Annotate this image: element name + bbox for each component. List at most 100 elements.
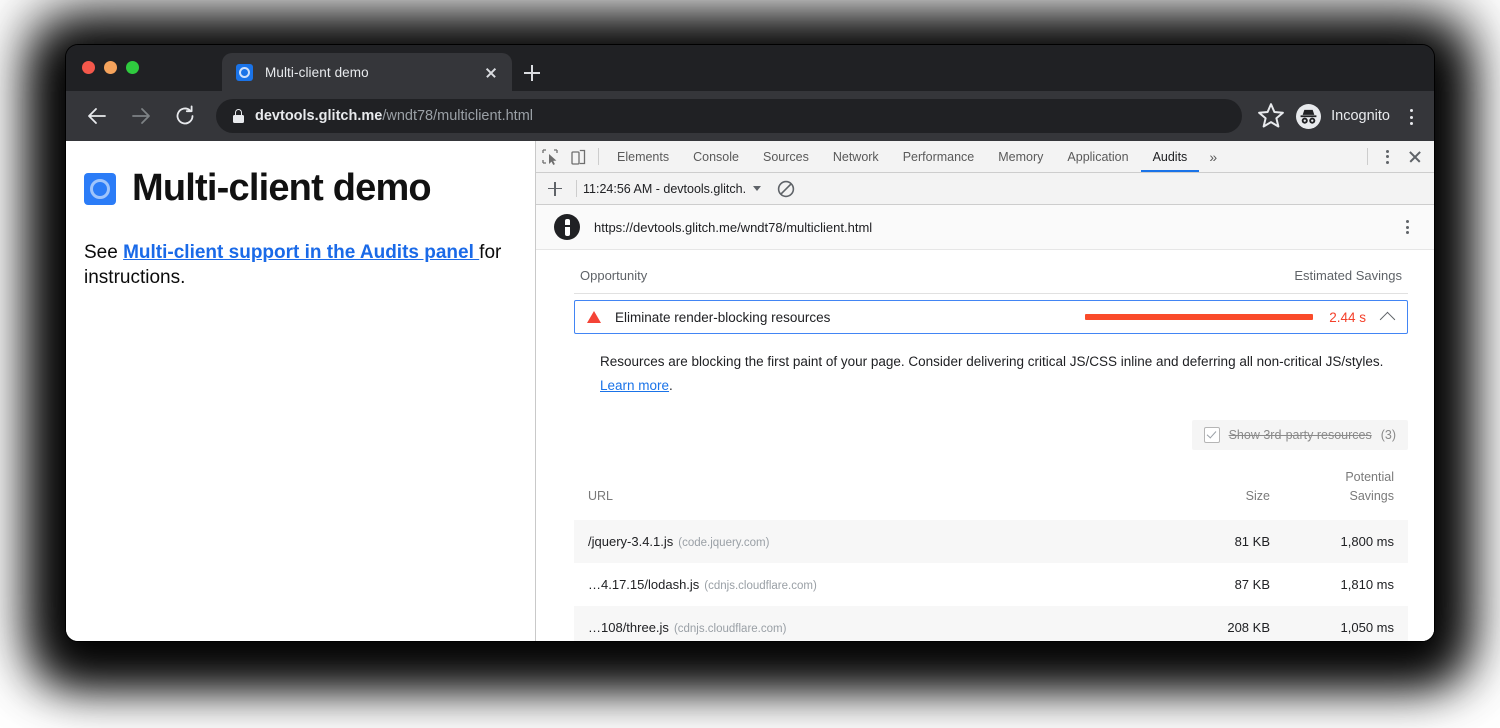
- tab-sources[interactable]: Sources: [751, 142, 821, 172]
- resource-savings: 1,800 ms: [1284, 520, 1408, 563]
- report-select-label: 11:24:56 AM - devtools.glitch.: [583, 182, 746, 196]
- resource-size: 87 KB: [1146, 563, 1284, 606]
- estimated-savings-column-label: Estimated Savings: [1294, 268, 1402, 283]
- incognito-glyph: [1296, 104, 1321, 129]
- resources-table: URL Size Potential Savings: [574, 460, 1408, 641]
- report-select[interactable]: 11:24:56 AM - devtools.glitch.: [583, 182, 761, 196]
- more-tabs-icon[interactable]: »: [1199, 149, 1227, 165]
- browser-tab-active[interactable]: Multi-client demo: [222, 53, 512, 91]
- address-bar-path: /wndt78/multiclient.html: [382, 108, 533, 124]
- page-paragraph: See Multi-client support in the Audits p…: [84, 240, 511, 291]
- screenshot-root: Multi-client demo: [0, 0, 1500, 728]
- back-arrow-glyph: [85, 104, 109, 128]
- inspect-element-glyph: [536, 144, 564, 170]
- audits-toolbar-divider: [576, 180, 577, 197]
- address-bar[interactable]: devtools.glitch.me/wndt78/multiclient.ht…: [216, 99, 1242, 133]
- resource-url-cell: /jquery-3.4.1.js (code.jquery.com): [574, 520, 1146, 563]
- toolbar-divider: [598, 148, 599, 165]
- kebab-menu-icon[interactable]: [1394, 214, 1420, 240]
- page-title: Multi-client demo: [132, 167, 431, 210]
- resource-host: (cdnjs.cloudflare.com): [674, 623, 786, 635]
- resource-url-cell: …108/three.js(cdnjs.cloudflare.com): [574, 606, 1146, 641]
- browser-content: Multi-client demo See Multi-client suppo…: [66, 141, 1434, 641]
- resource-host: (code.jquery.com): [678, 537, 769, 549]
- forward-arrow-glyph: [129, 104, 153, 128]
- third-party-checkbox[interactable]: [1204, 427, 1220, 443]
- incognito-avatar-icon: [1296, 104, 1321, 129]
- table-row[interactable]: …108/three.js(cdnjs.cloudflare.com) 208 …: [574, 606, 1408, 641]
- chevron-down-icon: [753, 186, 761, 191]
- devtools-logo-icon: [84, 173, 116, 205]
- browser-window: Multi-client demo: [66, 45, 1434, 641]
- star-icon[interactable]: [1254, 99, 1288, 133]
- device-toolbar-glyph: [564, 144, 592, 170]
- report-header: https://devtools.glitch.me/wndt78/multic…: [536, 205, 1434, 250]
- audits-toolbar: 11:24:56 AM - devtools.glitch.: [536, 173, 1434, 205]
- address-bar-host: devtools.glitch.me: [255, 108, 382, 124]
- tab-elements[interactable]: Elements: [605, 142, 681, 172]
- resource-host: (cdnjs.cloudflare.com): [704, 580, 816, 592]
- browser-toolbar: devtools.glitch.me/wndt78/multiclient.ht…: [66, 91, 1434, 141]
- report-url: https://devtools.glitch.me/wndt78/multic…: [594, 220, 1394, 235]
- devtools-panel: Elements Console Sources Network Perform…: [536, 141, 1434, 641]
- resource-savings: 1,810 ms: [1284, 563, 1408, 606]
- tab-memory[interactable]: Memory: [986, 142, 1055, 172]
- page-heading: Multi-client demo: [84, 167, 511, 210]
- address-bar-url: devtools.glitch.me/wndt78/multiclient.ht…: [255, 108, 533, 124]
- window-traffic-lights: [82, 61, 139, 74]
- resource-url: /jquery-3.4.1.js: [588, 534, 673, 549]
- devtools-tabbar: Elements Console Sources Network Perform…: [536, 141, 1434, 173]
- multi-client-support-link[interactable]: Multi-client support in the Audits panel: [123, 242, 479, 263]
- audit-description-text: Resources are blocking the first paint o…: [600, 354, 1383, 369]
- profile-chip[interactable]: Incognito: [1296, 104, 1390, 129]
- tab-application[interactable]: Application: [1055, 142, 1140, 172]
- reload-glyph: [173, 104, 197, 128]
- third-party-toggle-row: Show 3rd-party resources (3): [574, 420, 1408, 450]
- close-icon[interactable]: [1400, 144, 1430, 170]
- kebab-menu-icon[interactable]: [1396, 99, 1426, 133]
- resources-table-header-row: URL Size Potential Savings: [574, 460, 1408, 520]
- clear-all-glyph: [773, 176, 799, 202]
- audit-description-period: .: [669, 378, 673, 393]
- column-size: Size: [1146, 460, 1284, 520]
- column-url: URL: [574, 460, 1146, 520]
- device-toolbar-icon[interactable]: [564, 144, 592, 170]
- table-row[interactable]: …4.17.15/lodash.js(cdnjs.cloudflare.com)…: [574, 563, 1408, 606]
- kebab-menu-icon[interactable]: [1374, 144, 1400, 170]
- minimize-window-button[interactable]: [104, 61, 117, 74]
- chevron-up-icon[interactable]: [1380, 311, 1396, 327]
- clear-all-icon[interactable]: [773, 176, 799, 202]
- learn-more-link[interactable]: Learn more: [600, 378, 669, 393]
- forward-arrow-icon[interactable]: [124, 99, 158, 133]
- close-window-button[interactable]: [82, 61, 95, 74]
- audit-row-render-blocking[interactable]: Eliminate render-blocking resources 2.44…: [574, 300, 1408, 334]
- back-arrow-icon[interactable]: [80, 99, 114, 133]
- lighthouse-icon: [554, 214, 580, 240]
- tab-performance[interactable]: Performance: [891, 142, 987, 172]
- new-tab-button[interactable]: [518, 59, 546, 87]
- table-row[interactable]: /jquery-3.4.1.js(code.jquery.com) 81 KB …: [574, 520, 1408, 563]
- profile-label: Incognito: [1331, 108, 1390, 124]
- tab-network[interactable]: Network: [821, 142, 891, 172]
- third-party-count: (3): [1381, 428, 1396, 442]
- lock-icon: [232, 109, 243, 123]
- resources-table-body: /jquery-3.4.1.js(code.jquery.com) 81 KB …: [574, 520, 1408, 641]
- column-potential-savings-line1: Potential: [1345, 470, 1394, 484]
- reload-icon[interactable]: [168, 99, 202, 133]
- audit-title: Eliminate render-blocking resources: [615, 310, 1085, 325]
- toolbar-divider-right: [1367, 148, 1368, 165]
- column-potential-savings: Potential Savings: [1284, 460, 1408, 520]
- audit-description: Resources are blocking the first paint o…: [600, 350, 1390, 398]
- third-party-toggle[interactable]: Show 3rd-party resources (3): [1192, 420, 1408, 450]
- tab-audits[interactable]: Audits: [1141, 142, 1200, 172]
- plus-icon[interactable]: [540, 176, 570, 202]
- warning-triangle-icon: [587, 311, 601, 323]
- audits-report: https://devtools.glitch.me/wndt78/multic…: [536, 205, 1434, 641]
- inspect-element-icon[interactable]: [536, 144, 564, 170]
- maximize-window-button[interactable]: [126, 61, 139, 74]
- tab-console[interactable]: Console: [681, 142, 751, 172]
- paragraph-prefix: See: [84, 242, 123, 263]
- close-icon[interactable]: [478, 59, 504, 85]
- resource-url-cell: …4.17.15/lodash.js(cdnjs.cloudflare.com): [574, 563, 1146, 606]
- browser-tab-title: Multi-client demo: [265, 65, 478, 80]
